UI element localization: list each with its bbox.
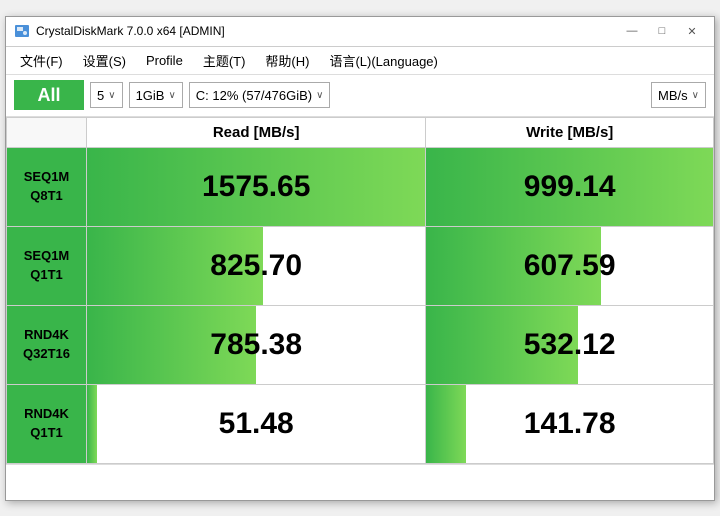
titlebar-left: CrystalDiskMark 7.0.0 x64 [ADMIN]: [14, 23, 225, 39]
read-cell-0: 1575.65: [87, 147, 426, 226]
size-dropdown[interactable]: 1GiB ∨: [129, 82, 183, 108]
row-label-1: SEQ1MQ1T1: [7, 226, 87, 305]
count-arrow: ∨: [108, 90, 115, 101]
write-value-1: 607.59: [524, 249, 616, 282]
drive-arrow: ∨: [316, 90, 323, 101]
row-label-0: SEQ1MQ8T1: [7, 147, 87, 226]
all-button[interactable]: All: [14, 80, 84, 110]
drive-value: C: 12% (57/476GiB): [196, 88, 312, 103]
read-value-3: 51.48: [219, 407, 294, 440]
footer: [6, 464, 714, 500]
table-row: SEQ1MQ8T1 1575.65 999.14: [7, 147, 714, 226]
read-cell-1: 825.70: [87, 226, 426, 305]
units-arrow: ∨: [692, 90, 699, 101]
benchmark-table: Read [MB/s] Write [MB/s] SEQ1MQ8T1 1575.…: [6, 117, 714, 464]
write-value-2: 532.12: [524, 328, 616, 361]
menu-file[interactable]: 文件(F): [12, 48, 71, 73]
row-label-3: RND4KQ1T1: [7, 384, 87, 463]
write-value-0: 999.14: [524, 170, 616, 203]
table-row: SEQ1MQ1T1 825.70 607.59: [7, 226, 714, 305]
size-arrow: ∨: [168, 90, 175, 101]
col-write-header: Write [MB/s]: [426, 117, 714, 147]
read-cell-2: 785.38: [87, 305, 426, 384]
disk-icon: [14, 23, 30, 39]
minimize-button[interactable]: —: [618, 21, 646, 41]
write-cell-1: 607.59: [426, 226, 714, 305]
table-row: RND4KQ32T16 785.38 532.12: [7, 305, 714, 384]
read-cell-3: 51.48: [87, 384, 426, 463]
count-dropdown[interactable]: 5 ∨: [90, 82, 123, 108]
read-value-2: 785.38: [210, 328, 302, 361]
titlebar-controls: — □ ✕: [618, 21, 706, 41]
menu-theme[interactable]: 主题(T): [195, 48, 254, 73]
col-read-header: Read [MB/s]: [87, 117, 426, 147]
write-cell-2: 532.12: [426, 305, 714, 384]
units-dropdown[interactable]: MB/s ∨: [651, 82, 706, 108]
close-button[interactable]: ✕: [678, 21, 706, 41]
menu-help[interactable]: 帮助(H): [257, 48, 317, 73]
write-cell-0: 999.14: [426, 147, 714, 226]
write-value-3: 141.78: [524, 407, 616, 440]
units-value: MB/s: [658, 88, 688, 103]
titlebar: CrystalDiskMark 7.0.0 x64 [ADMIN] — □ ✕: [6, 17, 714, 47]
write-bar-3: [426, 385, 466, 463]
size-value: 1GiB: [136, 88, 165, 103]
window-title: CrystalDiskMark 7.0.0 x64 [ADMIN]: [36, 24, 225, 38]
toolbar: All 5 ∨ 1GiB ∨ C: 12% (57/476GiB) ∨ MB/s…: [6, 75, 714, 117]
benchmark-table-container: Read [MB/s] Write [MB/s] SEQ1MQ8T1 1575.…: [6, 117, 714, 464]
read-bar-3: [87, 385, 97, 463]
menu-profile[interactable]: Profile: [138, 50, 191, 71]
count-value: 5: [97, 88, 104, 103]
menubar: 文件(F) 设置(S) Profile 主题(T) 帮助(H) 语言(L)(La…: [6, 47, 714, 75]
drive-dropdown[interactable]: C: 12% (57/476GiB) ∨: [189, 82, 331, 108]
app-window: CrystalDiskMark 7.0.0 x64 [ADMIN] — □ ✕ …: [5, 16, 715, 501]
menu-language[interactable]: 语言(L)(Language): [321, 48, 445, 73]
table-row: RND4KQ1T1 51.48 141.78: [7, 384, 714, 463]
table-header-row: Read [MB/s] Write [MB/s]: [7, 117, 714, 147]
write-cell-3: 141.78: [426, 384, 714, 463]
read-value-0: 1575.65: [202, 170, 310, 203]
maximize-button[interactable]: □: [648, 21, 676, 41]
read-value-1: 825.70: [210, 249, 302, 282]
row-label-2: RND4KQ32T16: [7, 305, 87, 384]
menu-settings[interactable]: 设置(S): [75, 48, 134, 73]
